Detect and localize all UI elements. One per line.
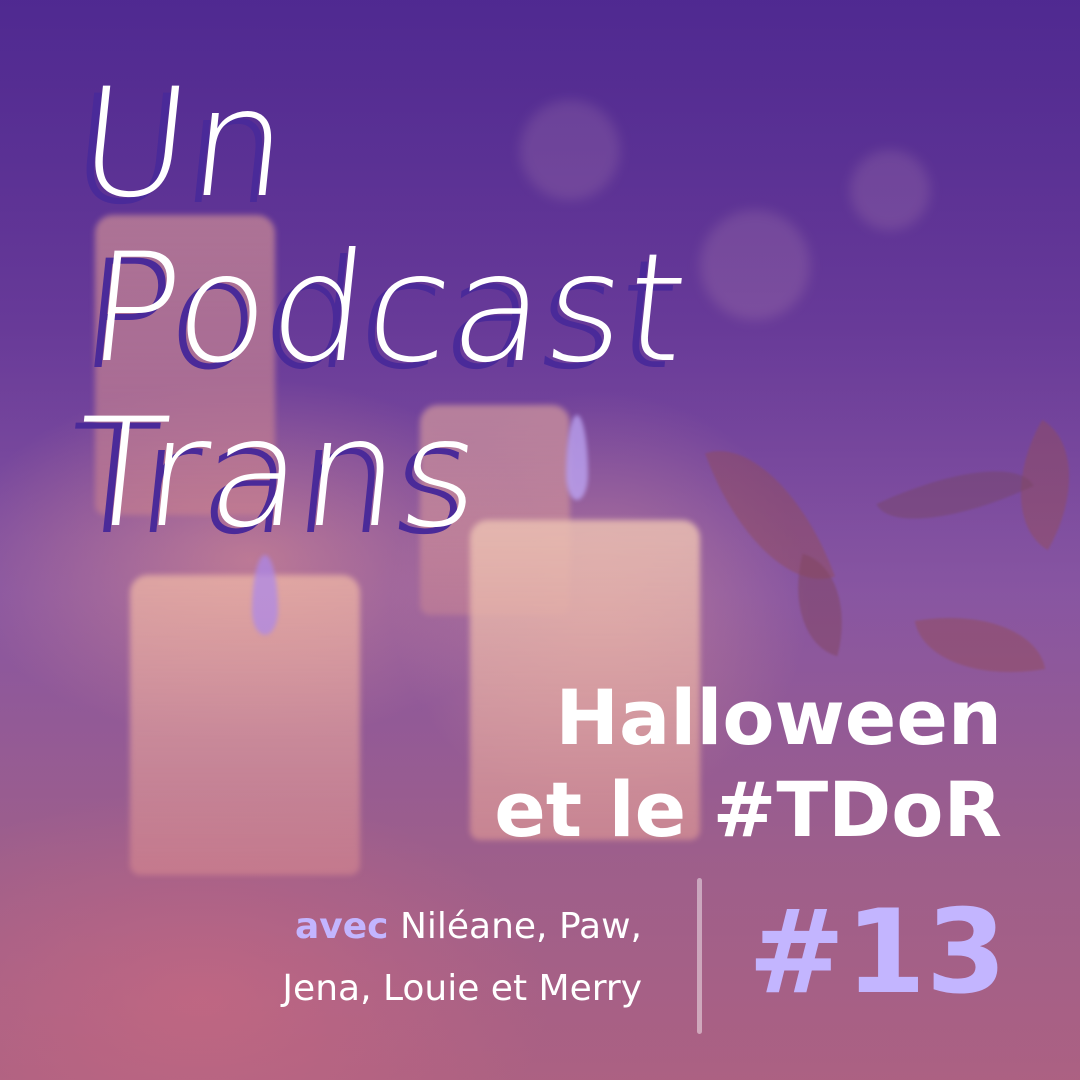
podcast-title: Un Podcast Trans — [60, 57, 697, 561]
guest-names-2: Jena, Louie et Merry — [282, 968, 642, 1009]
episode-title-line-1: Halloween — [555, 673, 1002, 762]
guest-list: avec Niléane, Paw, Jena, Louie et Merry — [282, 896, 642, 1020]
podcast-title-line-2: Podcast — [80, 222, 697, 396]
episode-title: Halloween et le #TDoR — [494, 672, 1002, 856]
podcast-title-line-3: Trans — [65, 387, 491, 561]
podcast-cover: Un Podcast Trans Halloween et le #TDoR a… — [0, 0, 1080, 1080]
guest-prefix: avec — [294, 906, 389, 947]
episode-number: #13 — [748, 885, 1007, 1020]
episode-title-line-2: et le #TDoR — [494, 765, 1002, 854]
vertical-divider — [697, 878, 702, 1034]
podcast-title-line-1: Un — [70, 57, 299, 231]
guest-line-1: avec Niléane, Paw, — [282, 896, 642, 958]
guest-names-1: Niléane, Paw, — [399, 906, 642, 947]
